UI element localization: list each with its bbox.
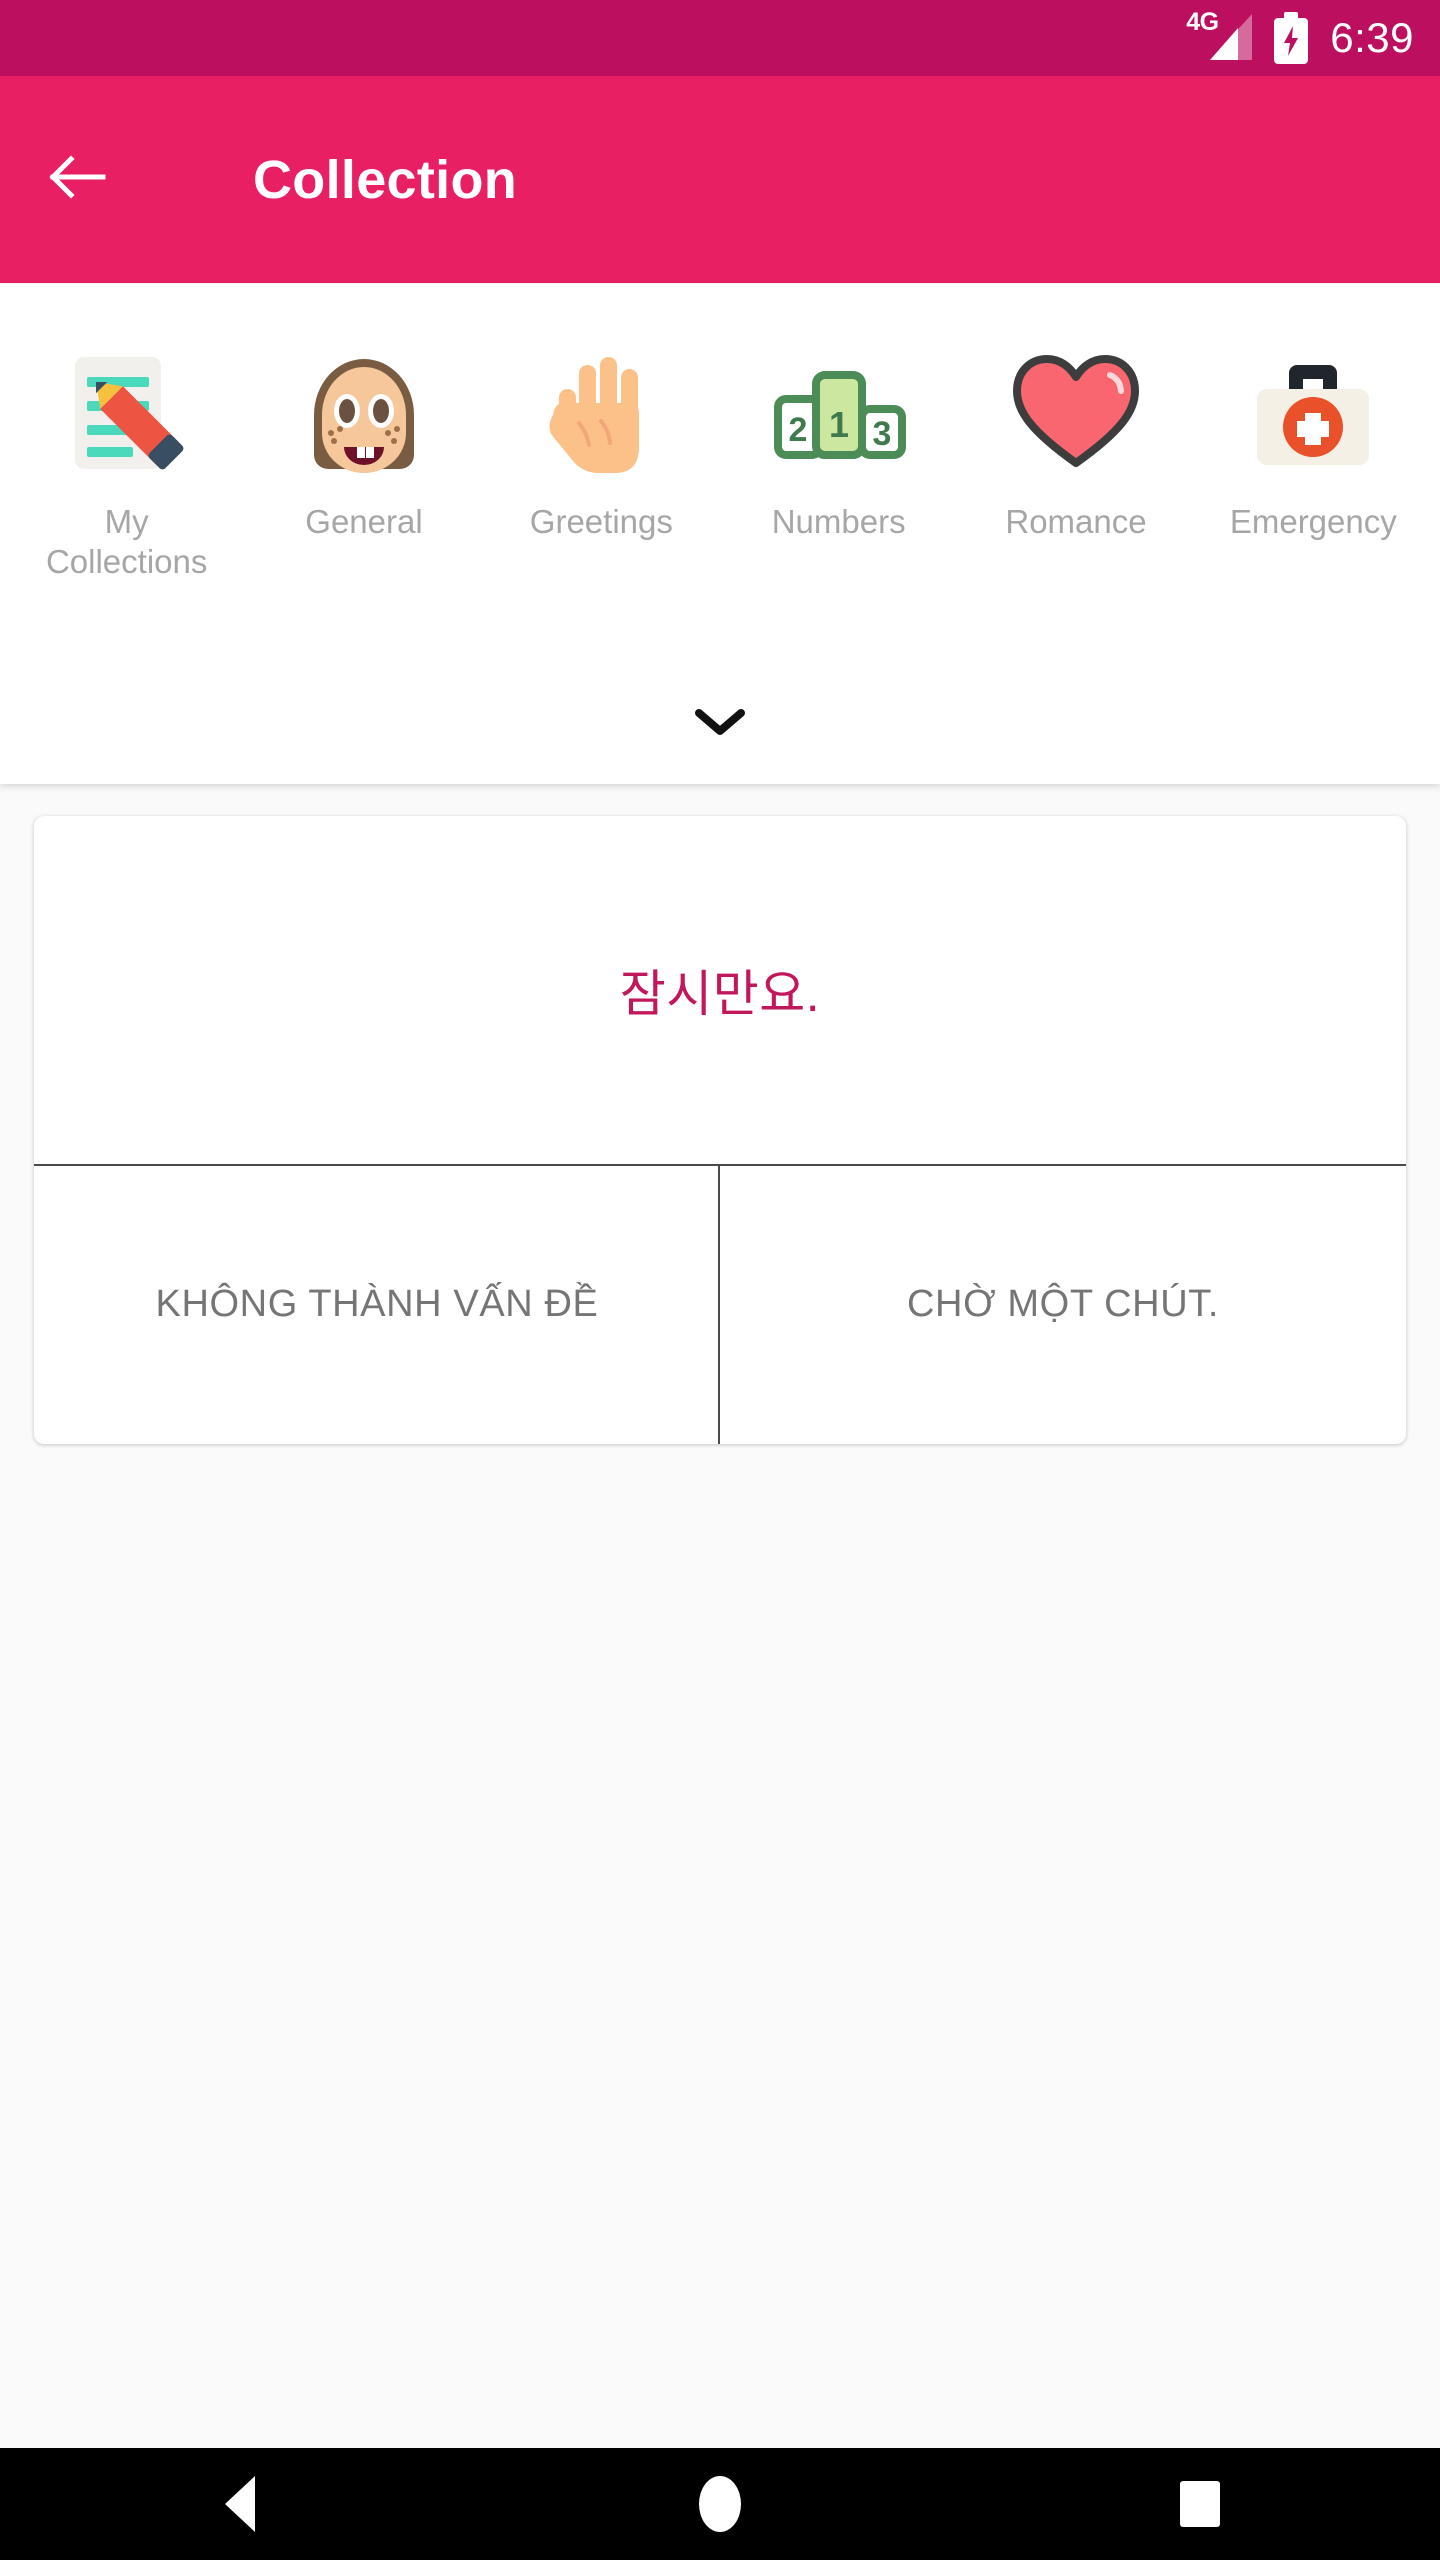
reply-option-1-label: KHÔNG THÀNH VẤN ĐỀ: [155, 1283, 599, 1326]
app-screen: 4G 6:39 Collection My Collections Genera…: [0, 0, 1440, 2560]
heart-icon: [992, 328, 1160, 498]
category-item-general[interactable]: General: [245, 322, 482, 542]
svg-text:3: 3: [872, 415, 891, 453]
memo-pencil-icon: [43, 328, 211, 498]
nav-recents-button[interactable]: [960, 2448, 1440, 2560]
category-list: My Collections General Greetings 2 1 3 N…: [0, 322, 1440, 583]
category-panel: My Collections General Greetings 2 1 3 N…: [0, 284, 1440, 784]
category-item-greetings[interactable]: Greetings: [483, 322, 720, 542]
page-title: Collection: [253, 149, 518, 210]
phrase-display: 잠시만요.: [34, 816, 1406, 1164]
category-label: Emergency: [1229, 503, 1397, 540]
reply-option-1[interactable]: KHÔNG THÀNH VẤN ĐỀ: [34, 1166, 720, 1444]
reply-option-2[interactable]: CHỜ MỘT CHÚT.: [720, 1166, 1406, 1444]
category-item-romance[interactable]: Romance: [957, 322, 1194, 542]
clock-label: 6:39: [1330, 14, 1414, 61]
category-item-numbers[interactable]: 2 1 3 Numbers: [720, 322, 957, 542]
back-button[interactable]: [48, 150, 108, 210]
raised-hand-icon: [517, 328, 685, 498]
system-navigation-bar: [0, 2448, 1440, 2560]
category-label: General: [305, 503, 423, 540]
expand-categories-button[interactable]: [0, 689, 1440, 759]
podium-123-icon: 2 1 3: [755, 328, 923, 498]
nav-home-button[interactable]: [480, 2448, 960, 2560]
category-label: My Collections: [45, 503, 208, 581]
category-label: Romance: [1005, 503, 1147, 540]
chevron-down-icon: [694, 706, 746, 743]
girl-face-icon: [280, 328, 448, 498]
phrase-reply-options: KHÔNG THÀNH VẤN ĐỀ CHỜ MỘT CHÚT.: [34, 1166, 1406, 1444]
app-bar: Collection: [0, 76, 1440, 283]
signal-bars-icon: 4G: [1186, 10, 1253, 64]
svg-text:1: 1: [829, 404, 849, 445]
card-vertical-divider: [718, 1166, 720, 1444]
status-bar-icons: 4G 6:39: [1186, 10, 1414, 64]
phrase-card: 잠시만요. KHÔNG THÀNH VẤN ĐỀ CHỜ MỘT CHÚT.: [34, 816, 1406, 1444]
svg-text:2: 2: [788, 411, 807, 449]
arrow-left-icon: [49, 154, 107, 205]
category-item-emergency[interactable]: Emergency: [1195, 322, 1432, 542]
triangle-back-icon: [225, 2476, 255, 2532]
square-recents-icon: [1180, 2481, 1220, 2527]
reply-option-2-label: CHỜ MỘT CHÚT.: [906, 1283, 1219, 1326]
signal-triangle-filled: [1210, 28, 1239, 60]
nav-back-button[interactable]: [0, 2448, 480, 2560]
charging-bolt-icon: [1282, 26, 1300, 56]
phrase-text: 잠시만요.: [619, 966, 821, 1022]
first-aid-kit-icon: [1229, 328, 1397, 498]
category-item-my-collections[interactable]: My Collections: [8, 322, 245, 583]
category-label: Greetings: [529, 503, 673, 540]
battery-charging-icon: [1274, 12, 1309, 64]
status-bar: 4G 6:39: [0, 0, 1440, 76]
circle-home-icon: [699, 2476, 741, 2532]
category-label: Numbers: [771, 503, 906, 540]
